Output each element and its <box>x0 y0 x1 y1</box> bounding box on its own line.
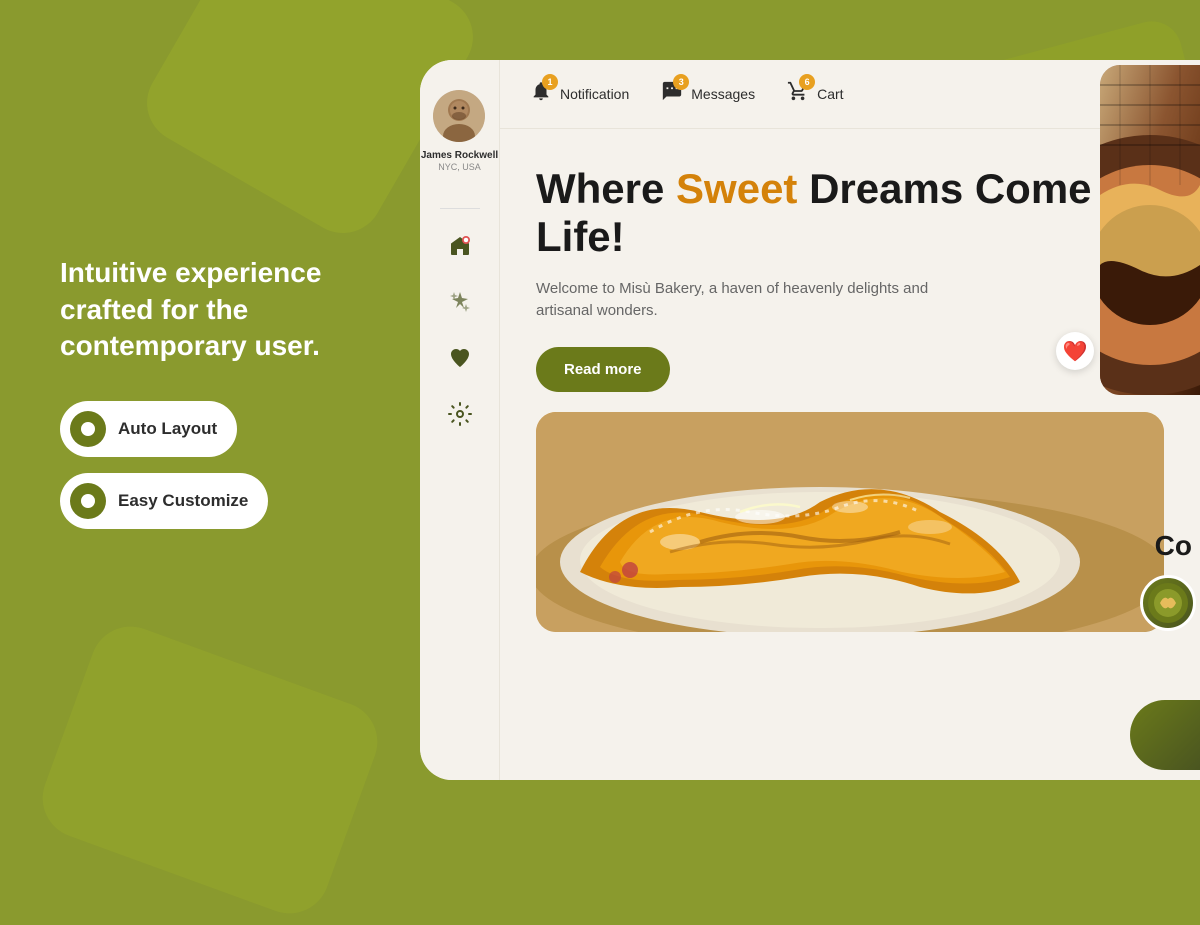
heart-badge[interactable]: ❤️ <box>1056 332 1094 370</box>
hero-title: Where Sweet Dreams Come to Life! <box>536 165 1164 262</box>
easy-customize-label: Easy Customize <box>118 491 248 511</box>
messages-badge: 3 <box>673 74 689 90</box>
notification-label: Notification <box>560 86 629 102</box>
home-nav-item[interactable] <box>436 225 484 273</box>
food-circle-badge <box>1140 575 1196 631</box>
sidebar: James Rockwell NYC, USA <box>420 60 500 780</box>
cart-label: Cart <box>817 86 843 102</box>
settings-icon <box>448 402 472 432</box>
user-name: James Rockwell <box>421 150 498 162</box>
badge-dot-customize <box>70 483 106 519</box>
donut-card <box>1100 65 1200 395</box>
badge-dot-auto <box>70 411 106 447</box>
hero-description: Welcome to Misù Bakery, a haven of heave… <box>536 278 956 323</box>
avatar <box>433 90 485 142</box>
heart-nav-item[interactable] <box>436 337 484 385</box>
bottom-circle-decoration <box>1130 700 1200 770</box>
heart-icon <box>448 346 472 376</box>
tagline: Intuitive experience crafted for the con… <box>60 255 370 364</box>
read-more-button[interactable]: Read more <box>536 347 670 392</box>
user-location: NYC, USA <box>438 162 481 172</box>
user-profile: James Rockwell NYC, USA <box>421 90 498 172</box>
cart-badge: 6 <box>799 74 815 90</box>
notification-badge: 1 <box>542 74 558 90</box>
sparkle-icon <box>448 290 472 320</box>
partial-content-title: Co <box>1155 530 1192 562</box>
settings-nav-item[interactable] <box>436 393 484 441</box>
cart-item[interactable]: 6 Cart <box>787 80 843 108</box>
croissant-image <box>536 412 1164 632</box>
content-area: 1 Notification 3 Messages 6 <box>500 60 1200 780</box>
topbar: 1 Notification 3 Messages 6 <box>500 60 1200 129</box>
hero-title-part1: Where <box>536 165 676 212</box>
auto-layout-label: Auto Layout <box>118 419 217 439</box>
messages-label: Messages <box>691 86 755 102</box>
messages-item[interactable]: 3 Messages <box>661 80 755 108</box>
sparkle-nav-item[interactable] <box>436 281 484 329</box>
auto-layout-button[interactable]: Auto Layout <box>60 401 237 457</box>
easy-customize-button[interactable]: Easy Customize <box>60 473 268 529</box>
hero-section: Where Sweet Dreams Come to Life! Welcome… <box>500 129 1200 412</box>
hero-title-sweet: Sweet <box>676 165 797 212</box>
main-card: James Rockwell NYC, USA <box>420 60 1200 780</box>
sidebar-divider <box>440 208 480 209</box>
image-section <box>500 412 1200 780</box>
home-icon <box>448 234 472 264</box>
notification-item[interactable]: 1 Notification <box>530 80 629 108</box>
left-panel: Intuitive experience crafted for the con… <box>0 0 430 800</box>
